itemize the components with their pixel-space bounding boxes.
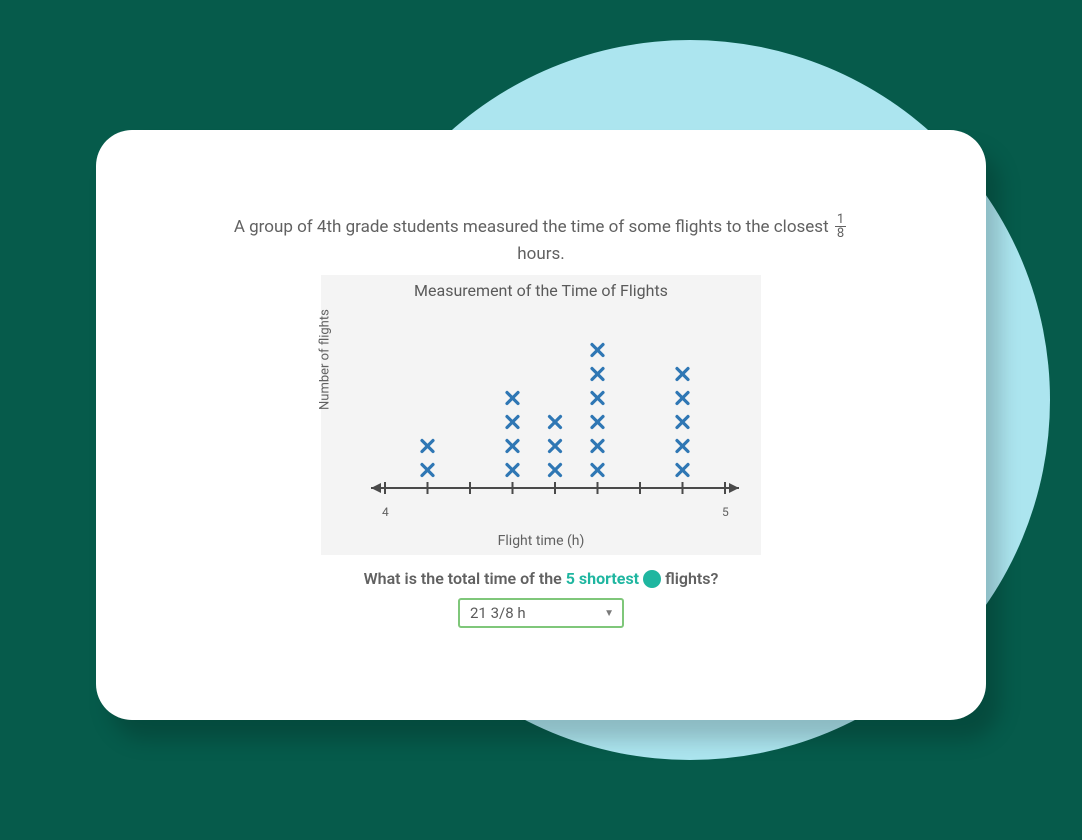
x-tick-end: 5 (722, 505, 729, 519)
highlight-dot-icon (643, 570, 661, 588)
chart-svg (361, 303, 751, 523)
fraction-one-eighth: 1 8 (835, 213, 846, 240)
dot-plot: Measurement of the Time of Flights Numbe… (321, 275, 761, 555)
intro-text-1: A group of 4th grade students measured t… (234, 217, 833, 237)
question-text: What is the total time of the 5 shortest… (364, 569, 719, 588)
answer-select[interactable]: 21 3/8 h ▼ (458, 598, 624, 628)
x-axis-label: Flight time (h) (321, 533, 761, 549)
x-tick-start: 4 (382, 505, 389, 519)
answer-select-value: 21 3/8 h (470, 604, 526, 622)
fraction-denominator: 8 (835, 227, 846, 240)
problem-intro: A group of 4th grade students measured t… (211, 214, 871, 267)
y-axis-label: Number of flights (318, 309, 333, 410)
tablet-frame: A group of 4th grade students measured t… (96, 130, 986, 720)
question-prefix: What is the total time of the (364, 569, 562, 588)
chevron-down-icon: ▼ (604, 608, 614, 619)
chart-title: Measurement of the Time of Flights (321, 281, 761, 300)
question-highlight: 5 shortest (566, 569, 639, 588)
question-suffix: flights? (665, 569, 718, 588)
intro-text-2: hours. (517, 244, 564, 264)
fraction-numerator: 1 (835, 213, 846, 227)
